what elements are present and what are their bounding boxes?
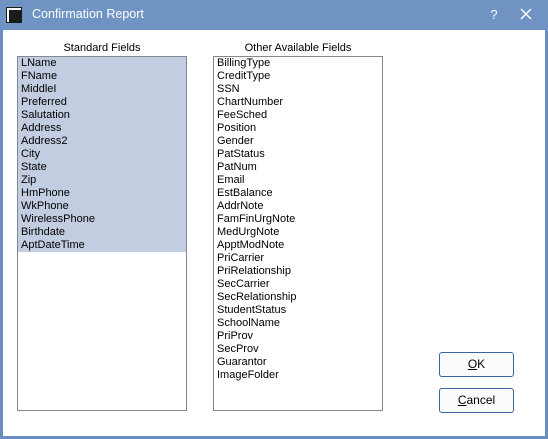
other-field-item[interactable]: StudentStatus xyxy=(214,304,382,317)
dialog-client-area: Standard Fields LName FName MiddleI Preferr… xyxy=(3,30,545,436)
other-field-item[interactable]: Gender xyxy=(214,135,382,148)
other-field-item[interactable]: EstBalance xyxy=(214,187,382,200)
other-fields-listbox[interactable]: BillingType CreditType SSN ChartNumber FeeSc… xyxy=(213,56,383,411)
standard-field-item[interactable]: State xyxy=(18,161,186,174)
window-title: Confirmation Report xyxy=(32,7,144,21)
other-fields-label: Other Available Fields xyxy=(244,42,352,54)
other-field-item[interactable]: CreditType xyxy=(214,70,382,83)
cancel-button[interactable]: Cancel xyxy=(439,388,514,413)
standard-field-item[interactable]: WirelessPhone xyxy=(18,213,186,226)
app-grid-icon xyxy=(6,7,22,23)
confirmation-report-window: Confirmation Report ? Standard Fields LN… xyxy=(0,0,548,439)
help-button[interactable]: ? xyxy=(484,6,504,24)
other-field-item[interactable]: AddrNote xyxy=(214,200,382,213)
ok-button[interactable]: OK xyxy=(439,352,514,377)
cancel-label: ancel xyxy=(466,393,496,407)
other-field-item[interactable]: PriCarrier xyxy=(214,252,382,265)
standard-field-item[interactable]: Preferred xyxy=(18,96,186,109)
standard-field-item[interactable]: Salutation xyxy=(18,109,186,122)
standard-field-item[interactable]: Zip xyxy=(18,174,186,187)
other-field-item[interactable]: PriProv xyxy=(214,330,382,343)
standard-fields-label: Standard Fields xyxy=(63,42,141,54)
other-field-item[interactable]: SecRelationship xyxy=(214,291,382,304)
other-field-item[interactable]: FamFinUrgNote xyxy=(214,213,382,226)
other-field-item[interactable]: Position xyxy=(214,122,382,135)
other-field-item[interactable]: FeeSched xyxy=(214,109,382,122)
other-field-item[interactable]: BillingType xyxy=(214,57,382,70)
other-field-item[interactable]: PatStatus xyxy=(214,148,382,161)
other-field-item[interactable]: PriRelationship xyxy=(214,265,382,278)
standard-field-item[interactable]: Address2 xyxy=(18,135,186,148)
other-field-item[interactable]: Guarantor xyxy=(214,356,382,369)
standard-field-item[interactable]: WkPhone xyxy=(18,200,186,213)
other-field-item[interactable]: SSN xyxy=(214,83,382,96)
close-button[interactable] xyxy=(514,6,538,24)
standard-field-item[interactable]: Birthdate xyxy=(18,226,186,239)
ok-label: K xyxy=(477,357,486,371)
other-field-item[interactable]: SecProv xyxy=(214,343,382,356)
standard-field-item[interactable]: FName xyxy=(18,70,186,83)
other-field-item[interactable]: ImageFolder xyxy=(214,369,382,382)
standard-field-item[interactable]: AptDateTime xyxy=(18,239,186,252)
other-field-item[interactable]: SchoolName xyxy=(214,317,382,330)
standard-field-item[interactable]: LName xyxy=(18,57,186,70)
standard-field-item[interactable]: MiddleI xyxy=(18,83,186,96)
other-field-item[interactable]: SecCarrier xyxy=(214,278,382,291)
other-field-item[interactable]: MedUrgNote xyxy=(214,226,382,239)
standard-field-item[interactable]: City xyxy=(18,148,186,161)
title-bar[interactable]: Confirmation Report ? xyxy=(0,0,548,30)
standard-field-item[interactable]: HmPhone xyxy=(18,187,186,200)
other-field-item[interactable]: Email xyxy=(214,174,382,187)
close-icon xyxy=(520,8,532,20)
ok-accel: O xyxy=(467,357,478,371)
standard-fields-listbox[interactable]: LName FName MiddleI Preferred Salutation Addr… xyxy=(17,56,187,411)
other-field-item[interactable]: ApptModNote xyxy=(214,239,382,252)
standard-field-item[interactable]: Address xyxy=(18,122,186,135)
other-field-item[interactable]: ChartNumber xyxy=(214,96,382,109)
other-field-item[interactable]: PatNum xyxy=(214,161,382,174)
